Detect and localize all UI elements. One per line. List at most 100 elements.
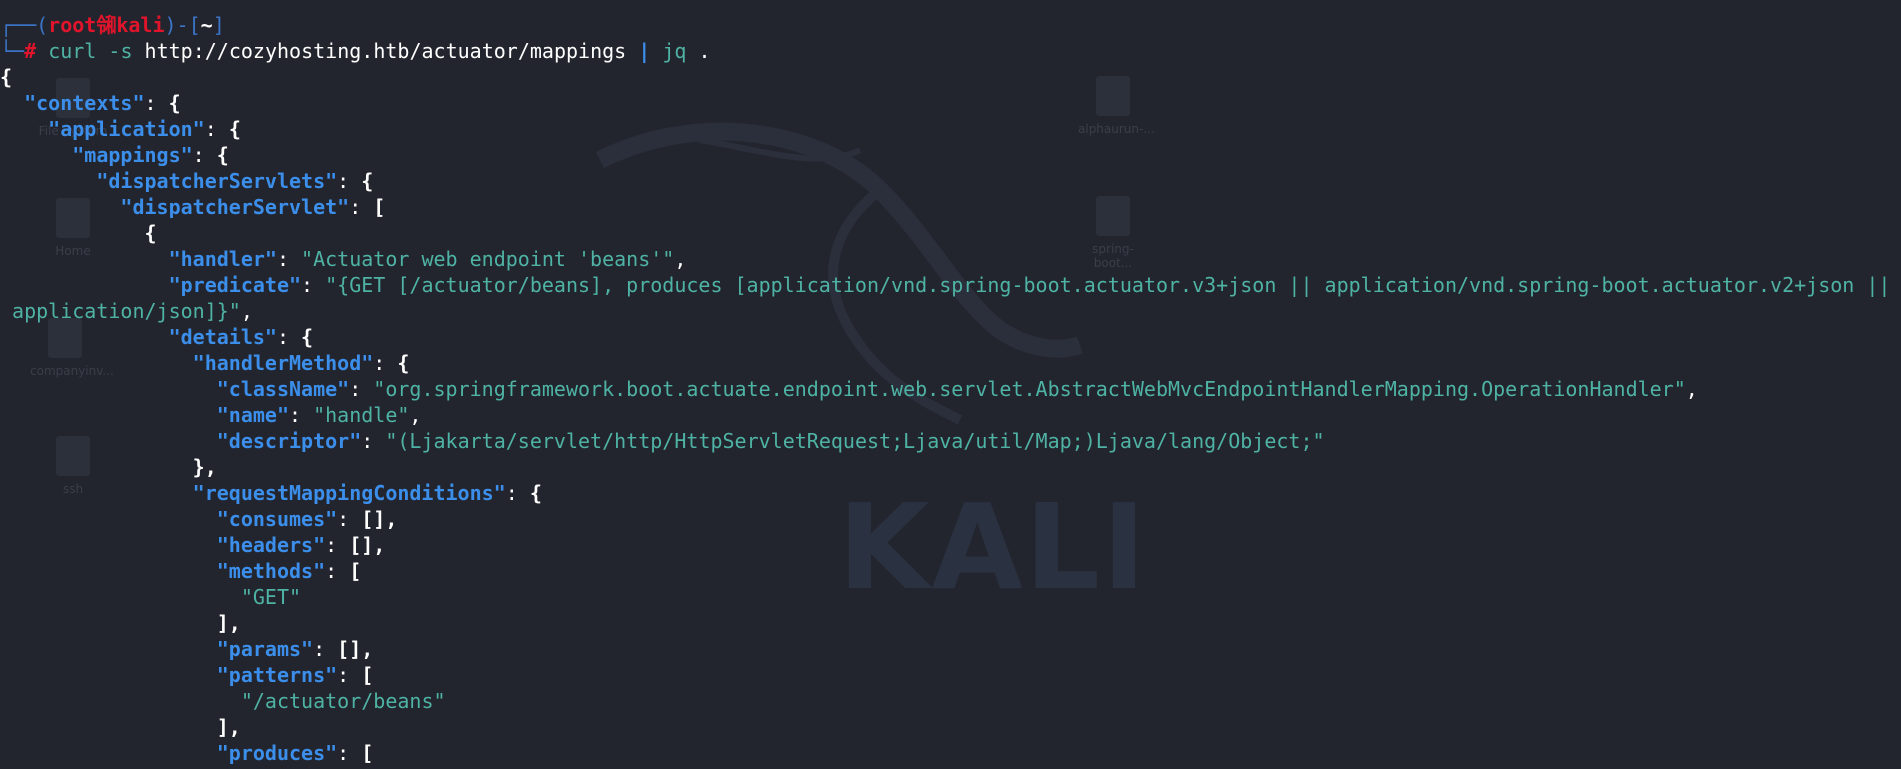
json-line: "descriptor": "(Ljakarta/servlet/http/Ht… <box>0 428 1901 454</box>
json-line: "application": { <box>0 116 1901 142</box>
json-key-details: "details" <box>168 325 277 349</box>
json-colon: : <box>325 559 350 583</box>
prompt-user: root <box>48 13 97 37</box>
json-line: "produces": [ <box>0 740 1901 766</box>
json-colon: : <box>505 481 530 505</box>
json-colon: : <box>276 247 302 271</box>
prompt-cwd: ~ <box>200 13 213 37</box>
json-colon: : <box>204 117 229 141</box>
json-colon: : <box>337 507 362 531</box>
json-key-patterns: "patterns" <box>216 663 338 687</box>
json-key-name: "name" <box>216 403 289 427</box>
json-value-predicate-wrap: application/json]}" <box>12 299 241 323</box>
json-brace: { <box>361 169 374 193</box>
json-bracket: [ <box>361 663 374 687</box>
json-brace: { <box>0 65 13 89</box>
json-line: "dispatcherServlets": { <box>0 168 1901 194</box>
json-line: "handler": "Actuator web endpoint 'beans… <box>0 246 1901 272</box>
json-line: "methods": [ <box>0 558 1901 584</box>
json-comma: , <box>240 299 253 323</box>
json-brace: { <box>301 325 314 349</box>
json-value-predicate: "{GET [/actuator/beans], produces [appli… <box>325 273 1891 297</box>
json-line: }, <box>0 454 1901 480</box>
json-line: "consumes": [], <box>0 506 1901 532</box>
json-colon: : <box>337 663 362 687</box>
json-colon: : <box>301 273 326 297</box>
terminal-output[interactable]: ┌──(root㋿kali)-[~] └─# curl -s http://co… <box>0 12 1901 766</box>
json-colon: : <box>144 91 169 115</box>
json-key-methods: "methods" <box>216 559 326 583</box>
command-pipe: | <box>638 39 651 63</box>
json-brace: { <box>216 143 229 167</box>
json-brace: { <box>228 117 241 141</box>
json-colon: : <box>192 143 217 167</box>
json-key-descriptor: "descriptor" <box>216 429 362 453</box>
json-line: "/actuator/beans" <box>0 688 1901 714</box>
json-line: ], <box>0 610 1901 636</box>
json-line: { <box>0 64 1901 90</box>
json-comma: , <box>674 247 687 271</box>
json-colon: : <box>276 325 302 349</box>
command-url: http://cozyhosting.htb/actuator/mappings <box>144 39 627 63</box>
json-value-method: "GET" <box>240 585 302 609</box>
json-key-class-name: "className" <box>216 377 350 401</box>
json-key-headers: "headers" <box>216 533 326 557</box>
json-colon: : <box>337 169 362 193</box>
json-line: application/json]}", <box>0 298 1901 324</box>
json-bracket: [], <box>361 507 398 531</box>
json-colon: : <box>337 741 362 765</box>
json-bracket: [ <box>373 195 386 219</box>
json-bracket: [], <box>337 637 374 661</box>
json-bracket: [], <box>349 533 386 557</box>
json-colon: : <box>373 351 398 375</box>
json-line: { <box>0 220 1901 246</box>
json-bracket: [ <box>361 741 374 765</box>
json-line: "details": { <box>0 324 1901 350</box>
json-comma: , <box>409 403 422 427</box>
json-bracket: ], <box>216 611 241 635</box>
prompt-line-2: └─# curl -s http://cozyhosting.htb/actua… <box>0 39 711 63</box>
json-line: ], <box>0 714 1901 740</box>
prompt-host: kali <box>116 13 165 37</box>
command-filter: jq <box>662 39 687 63</box>
command-executable: curl <box>48 39 97 63</box>
json-line: "headers": [], <box>0 532 1901 558</box>
json-colon: : <box>313 637 338 661</box>
json-value-name: "handle" <box>313 403 410 427</box>
json-line: "predicate": "{GET [/actuator/beans], pr… <box>0 272 1901 298</box>
json-line: "name": "handle", <box>0 402 1901 428</box>
json-line: "GET" <box>0 584 1901 610</box>
json-brace: { <box>168 91 181 115</box>
json-comma: , <box>1685 377 1698 401</box>
json-brace: { <box>144 221 157 245</box>
json-brace: }, <box>192 455 217 479</box>
json-line: "className": "org.springframework.boot.a… <box>0 376 1901 402</box>
json-line: "patterns": [ <box>0 662 1901 688</box>
skull-icon: ㋿ <box>96 13 117 37</box>
json-brace: { <box>397 351 410 375</box>
json-line: "requestMappingConditions": { <box>0 480 1901 506</box>
json-colon: : <box>349 377 374 401</box>
json-key-request-mapping-conditions: "requestMappingConditions" <box>192 481 506 505</box>
json-key-produces: "produces" <box>216 741 338 765</box>
json-key-dispatcher-servlets: "dispatcherServlets" <box>96 169 338 193</box>
json-key-params: "params" <box>216 637 314 661</box>
json-value-pattern: "/actuator/beans" <box>240 689 446 713</box>
json-bracket: [ <box>349 559 362 583</box>
json-key-predicate: "predicate" <box>168 273 302 297</box>
json-line: "mappings": { <box>0 142 1901 168</box>
json-colon: : <box>289 403 314 427</box>
json-value-class-name: "org.springframework.boot.actuate.endpoi… <box>373 377 1686 401</box>
json-value-handler: "Actuator web endpoint 'beans'" <box>301 247 675 271</box>
json-key-consumes: "consumes" <box>216 507 338 531</box>
json-key-application: "application" <box>48 117 205 141</box>
json-key-handler-method: "handlerMethod" <box>192 351 374 375</box>
json-colon: : <box>361 429 386 453</box>
json-value-descriptor: "(Ljakarta/servlet/http/HttpServletReque… <box>385 429 1325 453</box>
json-key-contexts: "contexts" <box>24 91 145 115</box>
json-line: "dispatcherServlet": [ <box>0 194 1901 220</box>
command-flag: -s <box>108 39 133 63</box>
json-colon: : <box>325 533 350 557</box>
command-filter-arg: . <box>698 39 711 63</box>
json-line: "contexts": { <box>0 90 1901 116</box>
